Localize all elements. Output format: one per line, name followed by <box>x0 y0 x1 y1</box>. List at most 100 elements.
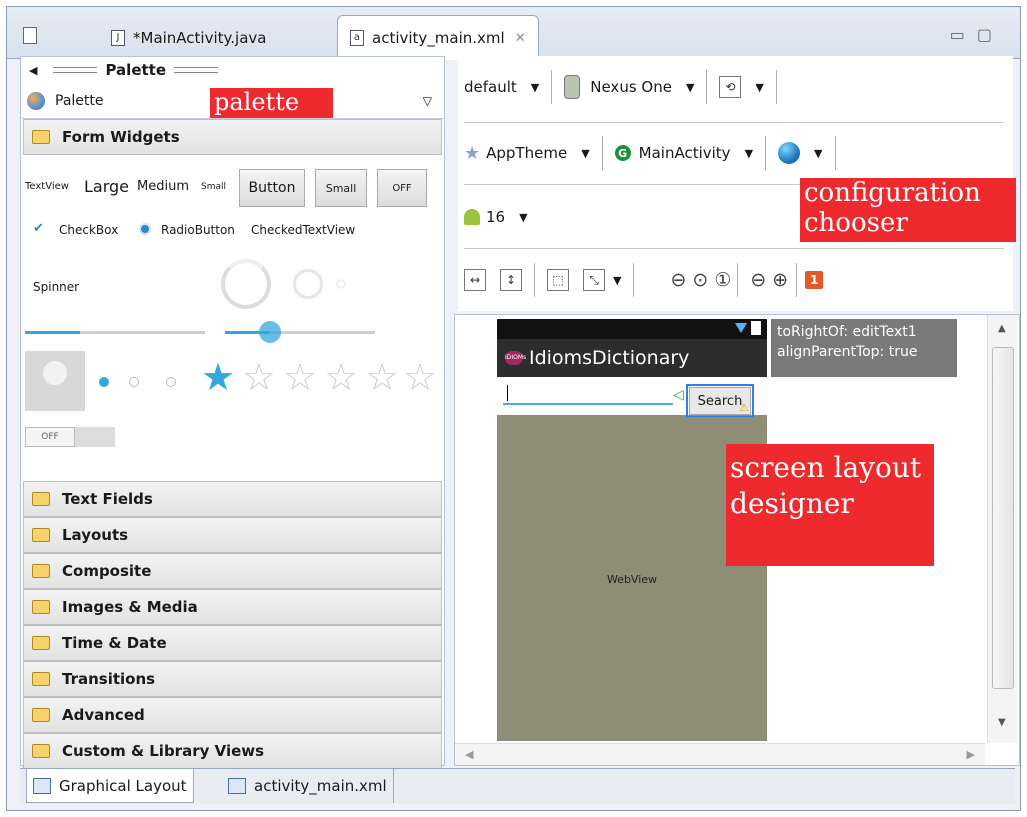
form-widgets-grid: TextView Large Medium Small Button Small… <box>21 155 444 490</box>
annotation-screen-layout-designer: screen layout designer <box>726 444 934 566</box>
chevron-down-icon[interactable]: ▼ <box>755 81 763 94</box>
tab-main-activity[interactable]: J *MainActivity.java <box>99 17 278 59</box>
progress-medium-icon[interactable] <box>293 269 323 299</box>
tab-graphical-layout[interactable]: Graphical Layout <box>26 769 194 803</box>
folder-icon <box>32 636 50 650</box>
device-dropdown[interactable]: Nexus One <box>590 78 672 96</box>
category-label: Layouts <box>62 526 129 544</box>
zoom-out-icon[interactable]: ⊖ <box>750 269 766 291</box>
warning-icon: ⚠ <box>739 401 749 414</box>
app-icon: IDIOMs <box>505 351 526 365</box>
rating-star-empty-icon[interactable]: ☆ <box>403 357 437 397</box>
chevron-down-icon[interactable]: ▼ <box>613 274 621 287</box>
chevron-down-icon[interactable]: ▼ <box>531 81 539 94</box>
activity-icon: G <box>614 145 631 161</box>
category-label: Form Widgets <box>62 128 180 146</box>
locale-globe-icon[interactable] <box>778 142 801 164</box>
rating-star-empty-icon[interactable]: ☆ <box>242 357 276 397</box>
annotation-configuration-chooser: configuration chooser <box>800 178 1016 242</box>
checkbox-icon: ✔ <box>33 221 44 236</box>
annotation-palette: palette <box>210 88 333 118</box>
vertical-scrollbar[interactable]: ▲ ▼ <box>987 315 1017 743</box>
margins-icon[interactable]: ⬚ <box>547 269 569 291</box>
widget-button[interactable]: Button <box>239 169 305 207</box>
category-composite[interactable]: Composite <box>23 553 442 589</box>
category-layouts[interactable]: Layouts <box>23 517 442 553</box>
widget-large-text[interactable]: Large <box>84 177 129 196</box>
widget-textview[interactable]: TextView <box>25 181 69 192</box>
tab-activity-main-xml[interactable]: a activity_main.xml ✕ <box>337 15 539 60</box>
zoom-real-size-icon[interactable]: ⊙ <box>692 269 708 291</box>
zoom-100-icon[interactable]: ① <box>714 269 731 291</box>
error-count-badge[interactable]: 1 <box>805 271 824 289</box>
status-bar <box>497 319 767 339</box>
document-icon[interactable] <box>23 27 37 44</box>
scroll-right-icon[interactable]: ▶ <box>967 748 975 761</box>
activity-dropdown[interactable]: MainActivity <box>639 144 731 162</box>
app-title: IdiomsDictionary <box>529 347 690 369</box>
chevron-down-icon[interactable]: ▼ <box>581 147 589 160</box>
widget-small-button[interactable]: Small <box>315 169 367 207</box>
progress-small-icon[interactable] <box>336 279 346 289</box>
fill-width-icon[interactable]: ↔ <box>464 269 486 291</box>
scroll-thumb[interactable] <box>992 347 1014 689</box>
horizontal-scrollbar[interactable]: ◀ ▶ <box>455 743 985 765</box>
drag-handle-icon[interactable] <box>53 67 98 73</box>
category-images-media[interactable]: Images & Media <box>23 589 442 625</box>
category-text-fields[interactable]: Text Fields <box>23 481 442 517</box>
fill-height-icon[interactable]: ↕ <box>500 269 522 291</box>
drag-handle-icon[interactable] <box>174 67 219 73</box>
widget-medium-text[interactable]: Medium <box>137 179 189 194</box>
rating-star-filled-icon[interactable]: ★ <box>201 357 235 397</box>
progress-large-icon[interactable] <box>221 259 271 309</box>
zoom-in-icon[interactable]: ⊕ <box>772 269 788 291</box>
search-edittext[interactable] <box>503 385 673 405</box>
widget-small-text[interactable]: Small <box>201 182 226 192</box>
rating-star-empty-icon[interactable]: ☆ <box>283 357 317 397</box>
zoom-fit-icon[interactable]: ⊖ <box>670 269 686 291</box>
editor-bottom-tabs: Graphical Layout activity_main.xml <box>20 768 1015 804</box>
category-time-date[interactable]: Time & Date <box>23 625 442 661</box>
radio-selected-icon[interactable] <box>99 377 109 387</box>
folder-open-icon <box>32 130 50 144</box>
radio-empty-icon[interactable] <box>166 377 176 387</box>
separator <box>551 70 553 104</box>
widget-checkedtextview[interactable]: CheckedTextView <box>251 223 355 237</box>
phone-icon <box>564 75 581 99</box>
scroll-up-icon[interactable]: ▲ <box>998 323 1006 334</box>
folder-icon <box>32 600 50 614</box>
chevron-down-icon[interactable]: ▼ <box>519 211 527 224</box>
rating-star-empty-icon[interactable]: ☆ <box>324 357 358 397</box>
resize-icon[interactable]: ⤡ <box>583 269 605 291</box>
category-custom-library-views[interactable]: Custom & Library Views <box>23 733 442 769</box>
orientation-icon[interactable]: ⟲ <box>719 76 742 98</box>
chevron-down-icon[interactable]: ▼ <box>686 81 694 94</box>
widget-checkbox[interactable]: CheckBox <box>59 223 118 237</box>
widget-switch[interactable]: OFF <box>25 427 115 447</box>
wifi-icon <box>735 323 747 333</box>
widget-toggle-button[interactable]: OFF <box>377 169 427 207</box>
battery-icon <box>751 321 761 335</box>
rating-star-empty-icon[interactable]: ☆ <box>365 357 399 397</box>
category-advanced[interactable]: Advanced <box>23 697 442 733</box>
close-icon[interactable]: ✕ <box>515 31 526 46</box>
scroll-down-icon[interactable]: ▼ <box>998 717 1006 728</box>
text-cursor <box>507 385 508 401</box>
scroll-left-icon[interactable]: ◀ <box>465 748 473 761</box>
category-transitions[interactable]: Transitions <box>23 661 442 697</box>
widget-radiobutton[interactable]: RadioButton <box>161 223 235 237</box>
graphical-layout-icon <box>33 777 51 794</box>
api-level-dropdown[interactable]: 16 <box>486 208 505 226</box>
category-form-widgets[interactable]: Form Widgets <box>23 119 442 155</box>
window-controls[interactable]: ▭▢ <box>950 25 1004 44</box>
radio-empty-icon[interactable] <box>129 377 139 387</box>
chevron-down-icon[interactable]: ▼ <box>814 147 822 160</box>
collapse-arrow-icon[interactable]: ◀ <box>29 64 37 77</box>
widget-spinner[interactable]: Spinner <box>33 280 79 294</box>
device-config-dropdown[interactable]: default <box>464 78 517 96</box>
tab-xml-source[interactable]: activity_main.xml <box>222 769 394 803</box>
theme-dropdown[interactable]: AppTheme <box>486 144 567 162</box>
chevron-down-icon[interactable]: ▽ <box>423 94 432 108</box>
seekbar-thumb[interactable] <box>259 321 281 343</box>
chevron-down-icon[interactable]: ▼ <box>745 147 753 160</box>
